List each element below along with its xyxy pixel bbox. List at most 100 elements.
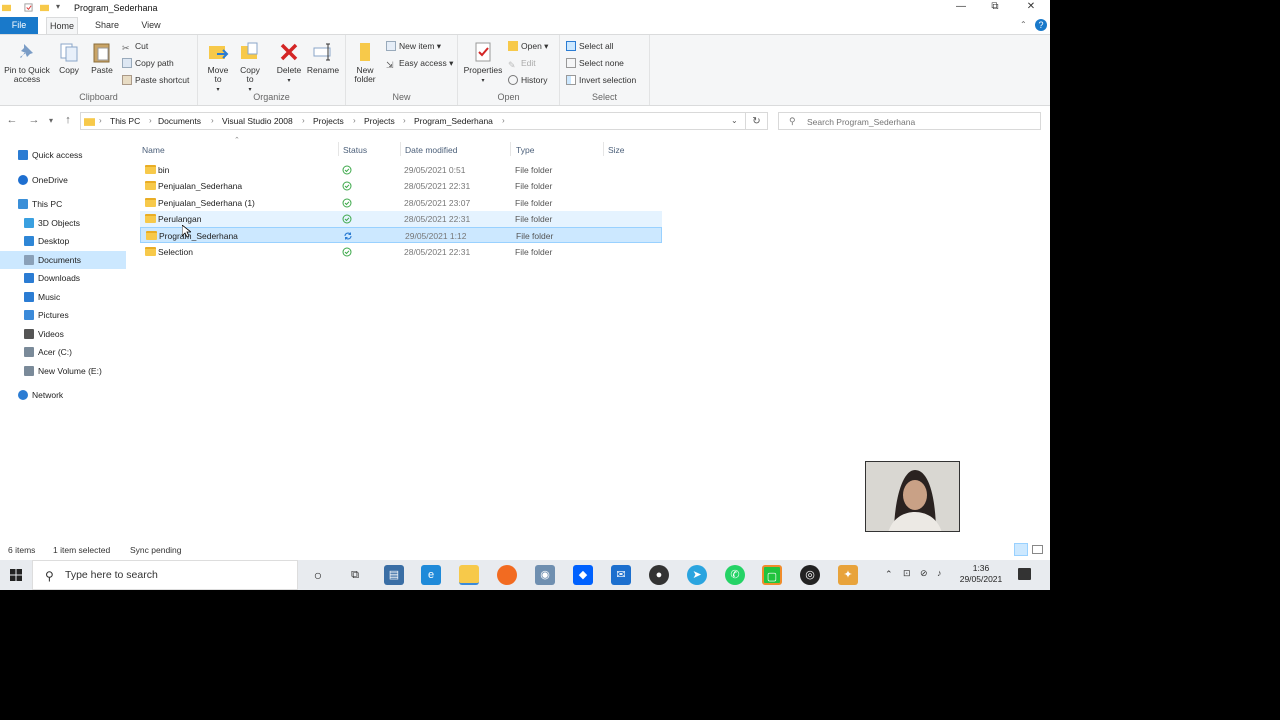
back-arrow-icon[interactable]: ←: [5, 114, 19, 126]
sidebar-item-onedrive[interactable]: OneDrive: [0, 171, 126, 189]
column-divider[interactable]: [603, 142, 604, 156]
whatsapp-icon[interactable]: ✆: [725, 565, 745, 585]
task-view-icon[interactable]: ⧉: [345, 565, 365, 585]
large-icons-view-icon[interactable]: [1032, 545, 1043, 554]
edit-button[interactable]: ✎ Edit: [508, 57, 536, 70]
refresh-button[interactable]: ↻: [746, 112, 768, 130]
select-all-button[interactable]: Select all: [566, 40, 614, 53]
sidebar-item-music[interactable]: Music: [0, 288, 126, 306]
open-button[interactable]: Open ▾: [508, 40, 548, 53]
chrome-icon[interactable]: ◎: [800, 565, 820, 585]
column-header-status[interactable]: Status: [343, 143, 367, 157]
properties-icon[interactable]: [24, 3, 33, 12]
sidebar-item-pictures[interactable]: Pictures: [0, 306, 126, 324]
obs-icon[interactable]: ●: [649, 565, 669, 585]
firefox-icon[interactable]: [497, 565, 517, 585]
telegram-icon[interactable]: ➤: [687, 565, 707, 585]
invert-selection-button[interactable]: Invert selection: [566, 74, 636, 87]
help-icon[interactable]: ?: [1035, 19, 1047, 31]
dropbox-icon[interactable]: ◆: [573, 565, 593, 585]
ribbon-collapse-icon[interactable]: ⌃: [1020, 20, 1027, 29]
sidebar-item-documents[interactable]: Documents: [0, 251, 126, 269]
breadcrumb-projects-2[interactable]: Projects: [364, 116, 395, 126]
cortana-icon[interactable]: ○: [308, 565, 328, 585]
table-row[interactable]: Program_Sederhana 29/05/2021 1:12 File fol…: [140, 227, 662, 244]
address-bar[interactable]: › This PC › Documents › Visual Studio 20…: [80, 112, 746, 130]
breadcrumb-projects[interactable]: Projects: [313, 116, 344, 126]
copy-button[interactable]: Copy: [56, 41, 82, 75]
column-header-date-modified[interactable]: Date modified: [405, 143, 457, 157]
show-hidden-icons-icon[interactable]: ⌃: [885, 569, 893, 580]
properties-button[interactable]: Properties ▾: [462, 41, 504, 86]
column-header-name[interactable]: Name: [142, 143, 165, 157]
tab-share[interactable]: Share: [90, 17, 124, 34]
rename-button[interactable]: Rename: [306, 41, 340, 75]
recent-locations-icon[interactable]: ▾: [44, 116, 58, 125]
mail-icon[interactable]: ✉: [611, 565, 631, 585]
breadcrumb-visual-studio[interactable]: Visual Studio 2008: [222, 116, 293, 126]
details-view-icon[interactable]: [1014, 543, 1028, 556]
sidebar-item-new-volume-e[interactable]: New Volume (E:): [0, 362, 126, 380]
edge-icon[interactable]: e: [421, 565, 441, 585]
sidebar-item-quick-access[interactable]: Quick access: [0, 146, 126, 164]
column-divider[interactable]: [338, 142, 339, 156]
select-none-button[interactable]: Select none: [566, 57, 624, 70]
breadcrumb-program-sederhana[interactable]: Program_Sederhana: [414, 116, 493, 126]
new-folder-icon[interactable]: [40, 3, 49, 12]
move-to-button[interactable]: Move to ▾: [204, 41, 232, 95]
breadcrumb-this-pc[interactable]: This PC: [110, 116, 140, 126]
tab-view[interactable]: View: [134, 17, 168, 34]
minimize-button[interactable]: —: [944, 0, 978, 15]
sidebar-item-downloads[interactable]: Downloads: [0, 269, 126, 287]
search-input[interactable]: [807, 115, 1037, 128]
paste-shortcut-button[interactable]: Paste shortcut: [122, 74, 189, 87]
easy-access-button[interactable]: ⇲ Easy access ▾: [386, 57, 453, 70]
table-row[interactable]: Perulangan 28/05/2021 22:31 File folder: [140, 210, 662, 227]
sidebar-item-videos[interactable]: Videos: [0, 325, 126, 343]
address-dropdown-icon[interactable]: ⌄: [731, 116, 738, 125]
camera-icon[interactable]: ◉: [535, 565, 555, 585]
tray-icon[interactable]: ⊘: [920, 568, 928, 579]
column-divider[interactable]: [400, 142, 401, 156]
tab-file[interactable]: File: [0, 17, 38, 34]
new-folder-button[interactable]: New folder: [350, 41, 380, 84]
sidebar-item-this-pc[interactable]: This PC: [0, 195, 126, 213]
table-row[interactable]: Selection 28/05/2021 22:31 File folder: [140, 244, 662, 260]
start-button[interactable]: [0, 560, 32, 590]
column-divider[interactable]: [510, 142, 511, 156]
file-explorer-icon[interactable]: [459, 565, 479, 585]
network-tray-icon[interactable]: ⊡: [903, 568, 911, 579]
pin-quick-access-button[interactable]: Pin to Quick access: [2, 41, 52, 84]
table-row[interactable]: Penjualan_Sederhana 28/05/2021 22:31 File …: [140, 178, 662, 194]
line-icon[interactable]: ▢: [762, 565, 782, 585]
tab-home[interactable]: Home: [46, 17, 78, 34]
sidebar-item-network[interactable]: Network: [0, 386, 126, 404]
search-box[interactable]: ⚲: [778, 112, 1041, 130]
maximize-button[interactable]: ⧉: [978, 0, 1012, 15]
column-header-size[interactable]: Size: [608, 143, 625, 157]
app-icon[interactable]: ▤: [384, 565, 404, 585]
forward-arrow-icon[interactable]: →: [27, 114, 41, 126]
volume-icon[interactable]: ♪: [937, 568, 942, 578]
customize-toolbar-icon[interactable]: ▾: [56, 2, 60, 11]
paste-button[interactable]: Paste: [88, 41, 116, 75]
table-row[interactable]: Penjualan_Sederhana (1) 28/05/2021 23:07 F…: [140, 195, 662, 211]
close-button[interactable]: ✕: [1014, 0, 1048, 15]
up-arrow-icon[interactable]: ↑: [61, 114, 75, 126]
sidebar-item-3d-objects[interactable]: 3D Objects: [0, 214, 126, 232]
cut-button[interactable]: ✂ Cut: [122, 40, 148, 53]
notifications-icon[interactable]: [1018, 568, 1031, 580]
system-clock[interactable]: 1:36 29/05/2021: [952, 563, 1010, 585]
table-row[interactable]: bin 29/05/2021 0:51 File folder: [140, 162, 662, 178]
sidebar-item-desktop[interactable]: Desktop: [0, 232, 126, 250]
new-item-button[interactable]: New item ▾: [386, 40, 441, 53]
delete-button[interactable]: Delete ▾: [274, 41, 304, 86]
taskbar-search-box[interactable]: ⚲ Type here to search: [32, 560, 298, 590]
sidebar-item-acer-c[interactable]: Acer (C:): [0, 343, 126, 361]
column-header-type[interactable]: Type: [516, 143, 534, 157]
breadcrumb-documents[interactable]: Documents: [158, 116, 201, 126]
copy-path-button[interactable]: Copy path: [122, 57, 174, 70]
history-button[interactable]: History: [508, 74, 547, 87]
copy-to-button[interactable]: Copy to ▾: [236, 41, 264, 95]
app-icon-2[interactable]: ✦: [838, 565, 858, 585]
